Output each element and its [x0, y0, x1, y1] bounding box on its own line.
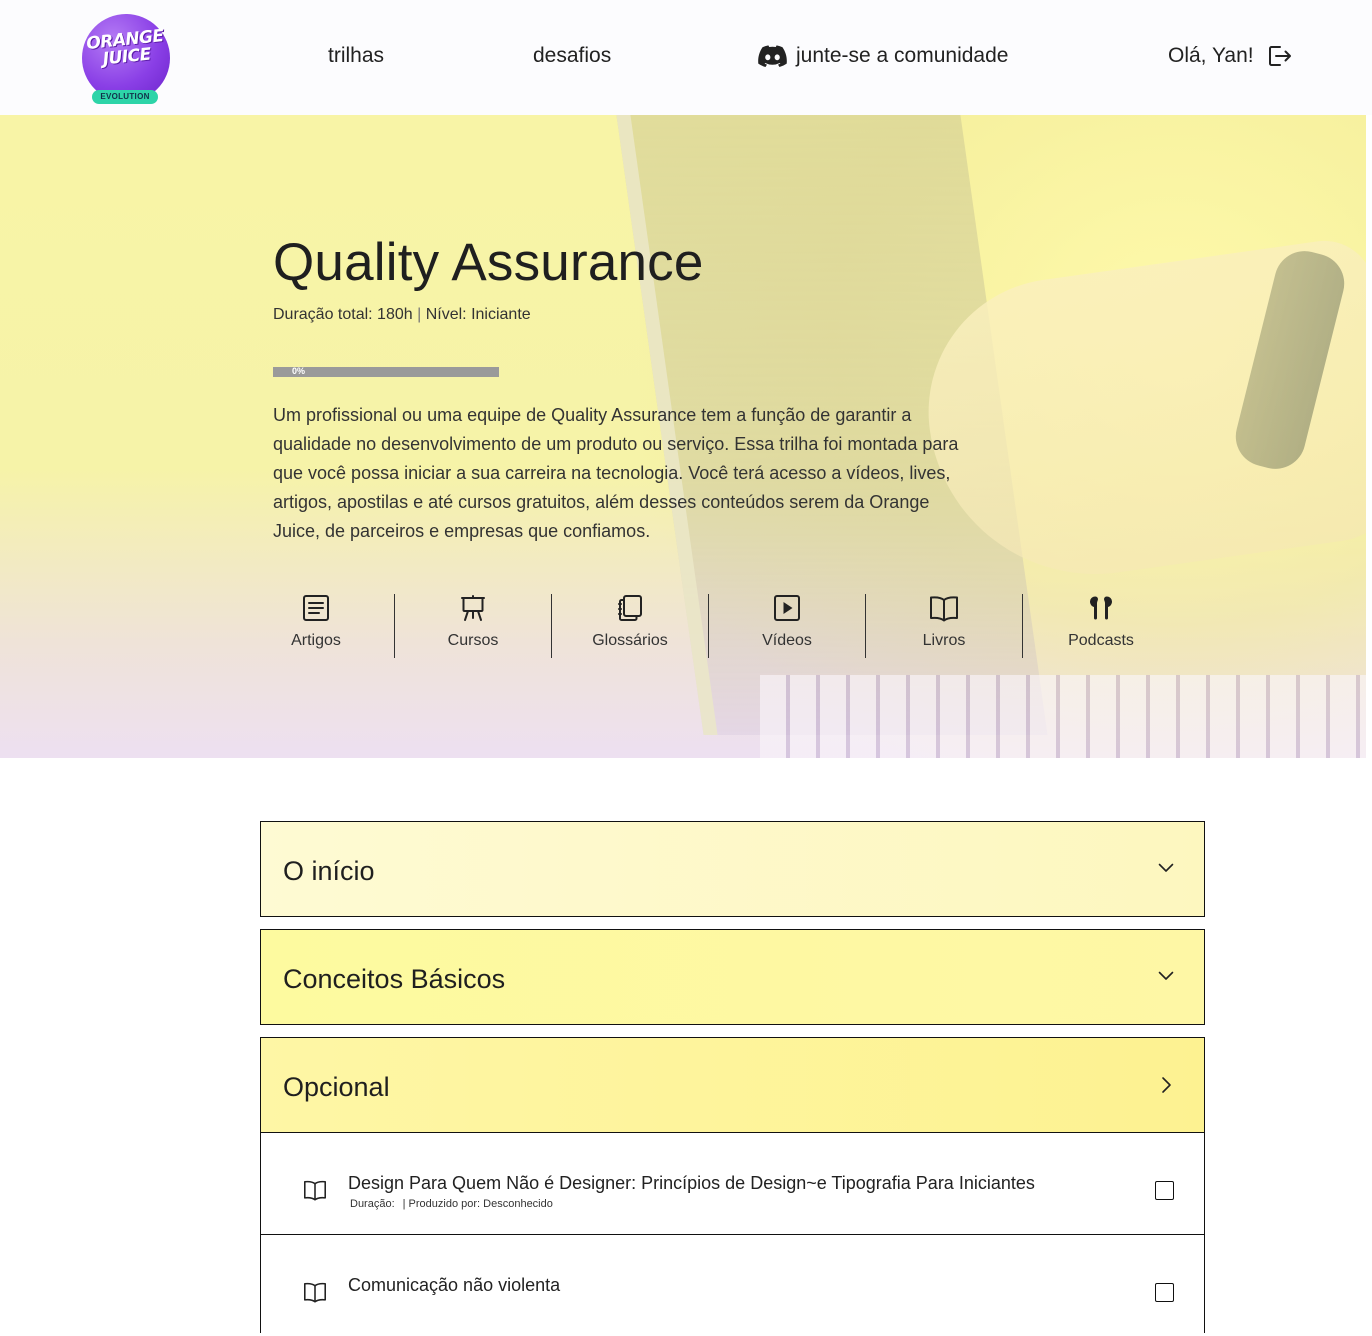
opcional-resource-list: Design Para Quem Não é Designer: Princíp… — [260, 1132, 1205, 1333]
chevron-right-icon — [1158, 1076, 1174, 1099]
meta-separator: | — [417, 306, 422, 323]
content-type-cursos[interactable]: Cursos — [394, 594, 551, 658]
resource-duration: Duração: — [350, 1198, 395, 1210]
article-icon — [238, 594, 394, 622]
section-opcional[interactable]: Opcional — [260, 1037, 1205, 1133]
hero-keyboard-image — [760, 675, 1366, 758]
content-type-filters: Artigos Cursos Glossários Vídeos Livros … — [238, 594, 1179, 658]
user-greeting: Olá, Yan! — [1168, 44, 1254, 67]
resource-item[interactable]: Design Para Quem Não é Designer: Princíp… — [261, 1133, 1204, 1235]
book-icon — [303, 1281, 327, 1308]
logo-wordmark: ORANGE JUICE — [85, 26, 165, 70]
logout-icon[interactable] — [1268, 45, 1292, 67]
user-menu[interactable]: Olá, Yan! — [1168, 44, 1292, 68]
resource-item[interactable]: Comunicação não violenta — [261, 1235, 1204, 1336]
nav-trilhas-link[interactable]: trilhas — [328, 44, 384, 68]
content-type-label: Podcasts — [1068, 632, 1134, 649]
section-title: Opcional — [283, 1072, 390, 1102]
content-type-videos[interactable]: Vídeos — [708, 594, 865, 658]
book-icon — [303, 1179, 327, 1206]
content-type-livros[interactable]: Livros — [865, 594, 1022, 658]
section-title: O início — [283, 856, 375, 886]
resource-meta: Duração: | Produzido por: Desconhecido — [350, 1198, 553, 1210]
resource-title[interactable]: Design Para Quem Não é Designer: Princíp… — [348, 1173, 1035, 1194]
resource-producer: | Produzido por: Desconhecido — [402, 1198, 553, 1210]
section-conceitos-basicos[interactable]: Conceitos Básicos — [260, 929, 1205, 1025]
resource-title[interactable]: Comunicação não violenta — [348, 1275, 560, 1296]
track-meta: Duração total: 180h | Nível: Iniciante — [273, 306, 531, 324]
logo-badge: EVOLUTION — [92, 90, 158, 104]
earbuds-icon — [1023, 594, 1179, 622]
track-duration: Duração total: 180h — [273, 306, 413, 323]
orange-juice-logo[interactable]: ORANGE JUICE EVOLUTION — [82, 14, 170, 104]
track-progress-label: 0% — [292, 366, 306, 376]
content-type-label: Cursos — [447, 632, 499, 649]
chevron-down-icon — [1158, 860, 1174, 878]
track-hero-banner: Quality Assurance Duração total: 180h | … — [0, 115, 1366, 758]
video-play-icon — [709, 594, 865, 622]
book-icon — [866, 594, 1022, 622]
content-type-label: Vídeos — [762, 632, 812, 649]
nav-community-link[interactable]: junte-se a comunidade — [758, 44, 1008, 68]
community-label: junte-se a comunidade — [796, 44, 1009, 67]
chevron-down-icon — [1158, 968, 1174, 986]
track-progress-bar: 0% — [273, 366, 499, 377]
track-description: Um profissional ou uma equipe de Quality… — [273, 405, 959, 541]
content-type-podcasts[interactable]: Podcasts — [1022, 594, 1179, 658]
content-type-artigos[interactable]: Artigos — [238, 594, 394, 658]
content-type-label: Livros — [922, 632, 966, 649]
section-title: Conceitos Básicos — [283, 964, 506, 994]
top-navbar: ORANGE JUICE EVOLUTION trilhas desafios j… — [0, 0, 1372, 115]
section-o-inicio[interactable]: O início — [260, 821, 1205, 917]
discord-icon — [758, 45, 787, 67]
course-easel-icon — [395, 594, 551, 622]
glossary-icon — [552, 594, 708, 622]
content-type-glossarios[interactable]: Glossários — [551, 594, 708, 658]
resource-complete-checkbox[interactable] — [1155, 1181, 1174, 1200]
track-level: Nível: Iniciante — [425, 306, 531, 323]
content-type-label: Glossários — [592, 632, 668, 649]
nav-desafios-link[interactable]: desafios — [533, 44, 611, 68]
resource-complete-checkbox[interactable] — [1155, 1283, 1174, 1302]
track-title: Quality Assurance — [273, 233, 704, 292]
content-type-label: Artigos — [291, 632, 341, 649]
